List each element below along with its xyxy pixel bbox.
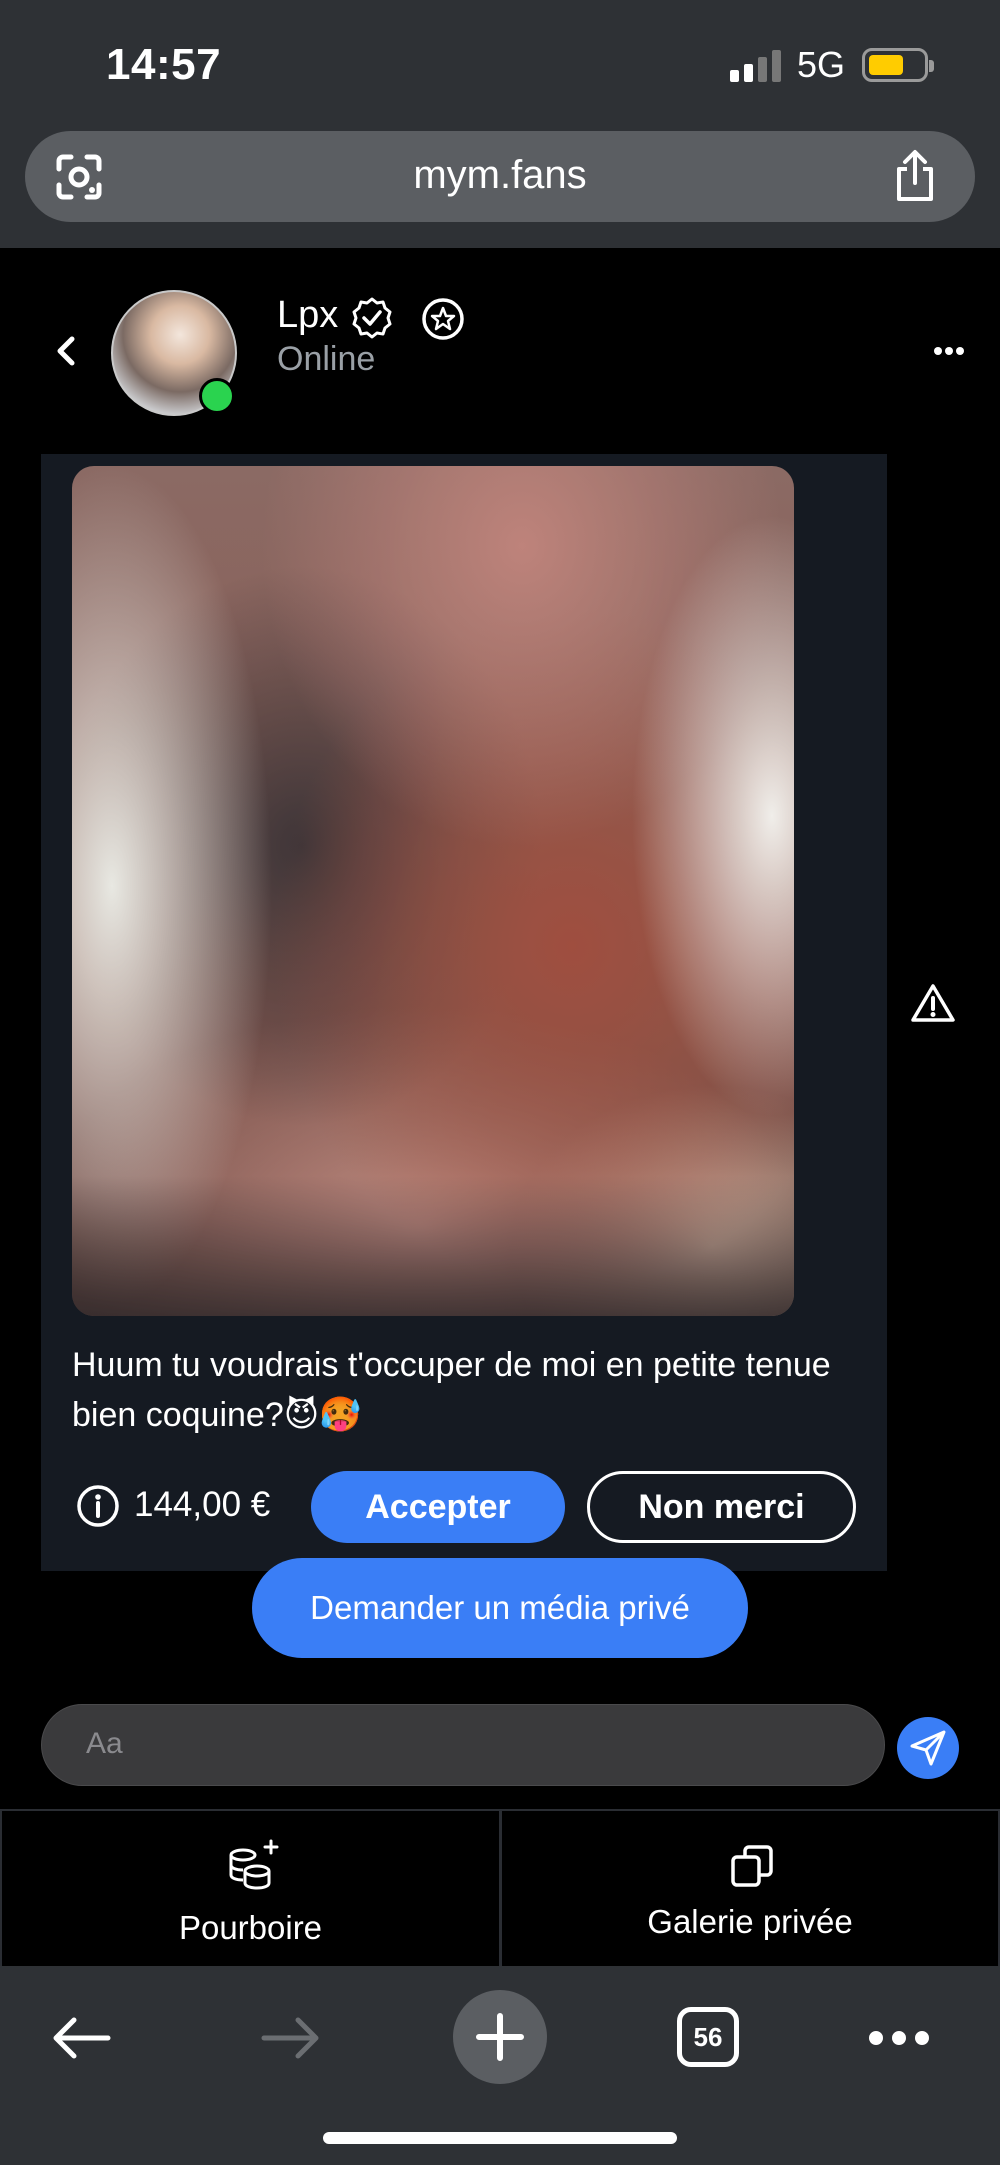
send-icon <box>910 1730 946 1766</box>
battery-icon <box>862 48 934 82</box>
private-gallery-tab[interactable]: Galerie privée <box>500 1811 1000 1968</box>
tip-tab[interactable]: Pourboire <box>0 1811 501 1968</box>
contact-name[interactable]: Lpx <box>277 294 338 337</box>
decline-button[interactable]: Non merci <box>587 1471 856 1543</box>
network-type: 5G <box>797 44 846 85</box>
more-dots-icon[interactable] <box>934 346 964 356</box>
online-indicator <box>199 378 235 414</box>
status-time: 14:57 <box>106 40 222 89</box>
message-text: Huum tu voudrais t'occuper de moi en pet… <box>72 1346 831 1434</box>
price-label: 144,00 € <box>134 1485 271 1524</box>
back-arrow-icon[interactable] <box>50 2016 112 2060</box>
share-icon[interactable] <box>891 149 939 203</box>
send-button[interactable] <box>897 1717 959 1779</box>
presence-status: Online <box>277 340 376 378</box>
gallery-label: Galerie privée <box>647 1903 853 1940</box>
url-text[interactable]: mym.fans <box>25 153 975 198</box>
gallery-copy-icon <box>731 1845 773 1887</box>
browser-top-bar: 14:57 5G mym.fans <box>0 0 1000 248</box>
more-icon[interactable] <box>868 2030 930 2046</box>
bottom-action-bar: Pourboire Galerie privée <box>0 1809 1000 1968</box>
message-input[interactable]: Aa <box>41 1704 885 1786</box>
warning-icon[interactable] <box>910 982 956 1024</box>
request-private-media-button[interactable]: Demander un média privé <box>252 1558 748 1658</box>
address-bar[interactable]: mym.fans <box>25 131 975 222</box>
tip-label: Pourboire <box>178 1909 323 1946</box>
back-chevron-icon[interactable] <box>52 333 80 369</box>
signal-icon <box>730 50 782 82</box>
accept-button[interactable]: Accepter <box>311 1471 565 1543</box>
avatar[interactable] <box>111 290 237 416</box>
new-tab-button[interactable] <box>453 1990 547 2084</box>
plus-icon <box>476 2013 524 2061</box>
forward-arrow-icon[interactable] <box>260 2016 322 2060</box>
home-indicator <box>323 2132 677 2144</box>
star-icon[interactable] <box>420 296 466 342</box>
info-icon[interactable] <box>76 1484 120 1528</box>
verified-badge-icon <box>352 297 392 339</box>
tabs-count-button[interactable]: 56 <box>677 2007 739 2067</box>
blurred-media[interactable] <box>72 466 794 1316</box>
coins-plus-icon <box>229 1839 279 1890</box>
message-input-placeholder: Aa <box>86 1727 123 1760</box>
